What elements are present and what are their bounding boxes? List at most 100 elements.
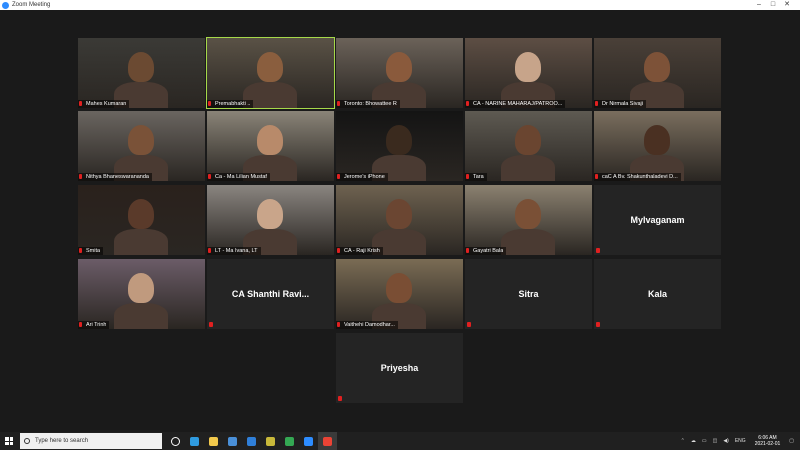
participant-tile[interactable]: Nithya Bhaneswarananda: [78, 111, 205, 181]
participant-video: [336, 111, 463, 181]
participant-video: [594, 111, 721, 181]
participant-tile[interactable]: Vaithehi Damodhar...: [336, 259, 463, 329]
muted-mic-icon: [467, 322, 471, 327]
participant-name-bar: CA - NARINE MAHARAJ/PATROO...: [465, 100, 566, 108]
store-taskbar-button[interactable]: [223, 432, 242, 450]
muted-mic-icon: [79, 174, 84, 180]
participant-tile[interactable]: Tara: [465, 111, 592, 181]
chrome-alt-taskbar-button[interactable]: [318, 432, 337, 450]
participant-name: CA - Raji Krish: [344, 248, 380, 254]
participant-tile[interactable]: Dr Nirmala Sivaji: [594, 38, 721, 108]
volume-icon[interactable]: ◀): [723, 438, 729, 444]
participant-name-bar: Gayatri Bala: [465, 247, 507, 255]
participant-tile[interactable]: CA - NARINE MAHARAJ/PATROO...: [465, 38, 592, 108]
participant-video: [594, 38, 721, 108]
participant-tile[interactable]: Ari Trinh: [78, 259, 205, 329]
participant-tile[interactable]: Gayatri Bala: [465, 185, 592, 255]
participant-name-bar: CA - Raji Krish: [336, 247, 383, 255]
participant-face: [644, 52, 670, 82]
participant-video: [78, 111, 205, 181]
participant-video: [465, 185, 592, 255]
participant-name: Toronto: Bhowattee R: [344, 101, 397, 107]
start-button[interactable]: [0, 432, 18, 450]
muted-mic-icon: [209, 322, 213, 327]
participant-tile[interactable]: Toronto: Bhowattee R: [336, 38, 463, 108]
participant-name-bar: Smita: [78, 247, 104, 255]
language-indicator[interactable]: ENG: [735, 438, 746, 444]
mail-taskbar-button[interactable]: [242, 432, 261, 450]
participant-video: [207, 38, 334, 108]
battery-icon[interactable]: ▭: [702, 438, 707, 444]
chrome-alt-icon: [323, 436, 332, 446]
participant-name: Gayatri Bala: [473, 248, 504, 254]
participant-tile[interactable]: LT - Ma Ivana, LT: [207, 185, 334, 255]
participant-tile[interactable]: Smita: [78, 185, 205, 255]
cloud-icon[interactable]: ☁: [691, 438, 696, 444]
participant-tile[interactable]: Ca - Ma Lilian Mustaf: [207, 111, 334, 181]
participant-tile[interactable]: Jerome's iPhone: [336, 111, 463, 181]
muted-mic-icon: [595, 101, 600, 107]
muted-mic-icon: [338, 396, 342, 401]
participant-tile[interactable]: Kala: [594, 259, 721, 329]
taskbar-search-box[interactable]: Type here to search: [20, 433, 162, 449]
participant-tile[interactable]: CA Shanthi Ravi...: [207, 259, 334, 329]
participant-body: [501, 155, 555, 181]
participant-tile[interactable]: Premabhakti ..: [206, 37, 335, 109]
participant-name-bar: Ca - Ma Lilian Mustaf: [207, 173, 270, 181]
participant-face: [257, 125, 283, 155]
participant-tile[interactable]: Sitra: [465, 259, 592, 329]
participant-tile[interactable]: caC A Bv. Shakunthaladevi D...: [594, 111, 721, 181]
chrome-icon: [285, 436, 294, 446]
muted-mic-icon: [208, 248, 213, 254]
file-explorer-icon: [209, 436, 218, 446]
file-explorer-taskbar-button[interactable]: [204, 432, 223, 450]
muted-mic-icon: [595, 174, 600, 180]
participant-video: [207, 185, 334, 255]
edge-taskbar-button[interactable]: [185, 432, 204, 450]
sticky-notes-taskbar-button[interactable]: [261, 432, 280, 450]
participant-face: [515, 52, 541, 82]
windows-taskbar: Type here to search ⌃ ☁ ▭ ◫ ◀) ENG 6:06 …: [0, 432, 800, 450]
system-tray: ⌃ ☁ ▭ ◫ ◀) ENG 6:06 AM 2021-02-01 ▢: [678, 432, 800, 450]
muted-mic-icon: [337, 322, 342, 328]
window-controls: – □ ✕: [752, 0, 794, 10]
notifications-icon[interactable]: ▢: [789, 438, 794, 444]
participant-tile[interactable]: Priyesha: [336, 333, 463, 403]
zoom-app-icon: [2, 1, 9, 9]
chrome-taskbar-button[interactable]: [280, 432, 299, 450]
participant-face: [515, 199, 541, 229]
maximize-button[interactable]: □: [766, 0, 780, 10]
participant-tile[interactable]: Mylvaganam: [594, 185, 721, 255]
muted-mic-icon: [596, 248, 600, 253]
zoom-taskbar-button[interactable]: [299, 432, 318, 450]
participant-body: [114, 229, 168, 255]
participant-name: Mylvaganam: [630, 215, 685, 225]
taskbar-clock[interactable]: 6:06 AM 2021-02-01: [755, 435, 781, 447]
zoom-icon: [304, 436, 313, 446]
participant-face: [257, 52, 283, 82]
participant-name: Jerome's iPhone: [344, 174, 385, 180]
participant-name: Ari Trinh: [86, 322, 107, 328]
participant-face: [128, 52, 154, 82]
participant-name-bar: Ari Trinh: [78, 321, 110, 329]
participant-tile[interactable]: Mahes Kumaran: [78, 38, 205, 108]
participant-face: [128, 125, 154, 155]
task-view-taskbar-button[interactable]: [166, 432, 185, 450]
participant-face: [386, 273, 412, 303]
participant-name: Smita: [86, 248, 101, 254]
participant-body: [501, 229, 555, 255]
participant-video: [336, 38, 463, 108]
participant-name: caC A Bv. Shakunthaladevi D...: [602, 174, 678, 180]
network-icon[interactable]: ◫: [713, 438, 718, 444]
participant-name: CA - NARINE MAHARAJ/PATROO...: [473, 101, 563, 107]
participant-video: [465, 111, 592, 181]
store-icon: [228, 436, 237, 446]
minimize-button[interactable]: –: [752, 0, 766, 10]
muted-mic-icon: [208, 101, 213, 107]
participant-name-bar: caC A Bv. Shakunthaladevi D...: [594, 173, 681, 181]
chevron-up-icon[interactable]: ⌃: [681, 438, 685, 444]
participant-tile[interactable]: CA - Raji Krish: [336, 185, 463, 255]
muted-mic-icon: [466, 174, 471, 180]
close-button[interactable]: ✕: [780, 0, 794, 10]
participant-video: [465, 38, 592, 108]
